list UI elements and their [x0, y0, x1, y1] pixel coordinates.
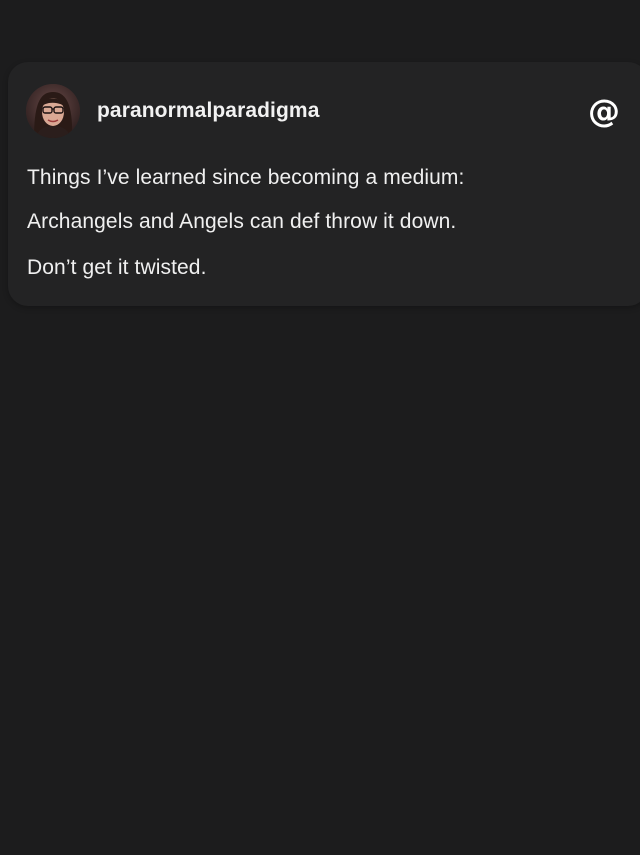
post-card: paranormalparadigma @ Things I’ve learne… [8, 62, 640, 306]
avatar[interactable] [26, 84, 80, 138]
profile-photo-icon [26, 84, 80, 138]
screen: paranormalparadigma @ Things I’ve learne… [0, 0, 640, 855]
svg-text:@: @ [588, 95, 620, 130]
username[interactable]: paranormalparadigma [97, 99, 319, 123]
threads-logo-icon[interactable]: @ [588, 95, 620, 131]
post-text-line: Don’t get it twisted. [27, 256, 207, 279]
post-text-line: Things I’ve learned since becoming a med… [27, 166, 465, 189]
post-text-line: Archangels and Angels can def throw it d… [27, 210, 457, 233]
